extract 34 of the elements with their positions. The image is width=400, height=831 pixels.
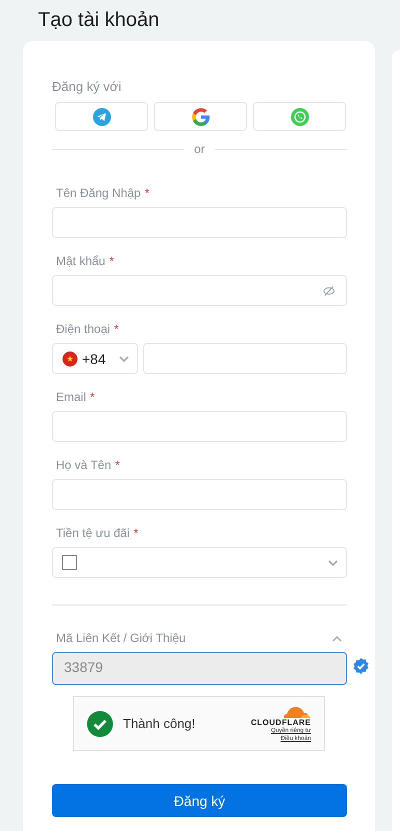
currency-select[interactable] xyxy=(52,547,347,578)
captcha-brand: CLOUDFLARE xyxy=(250,718,311,727)
google-icon xyxy=(192,108,210,126)
register-button[interactable]: Đăng ký xyxy=(52,784,347,817)
divider-text: or xyxy=(194,142,205,156)
field-label: Tên Đăng Nhập * xyxy=(56,186,150,201)
social-label: Đăng ký với xyxy=(52,79,122,94)
password-field[interactable] xyxy=(52,275,347,306)
country-code-select[interactable]: +84 xyxy=(52,343,138,374)
paper-plane-icon xyxy=(92,108,110,126)
chevron-down-icon xyxy=(328,560,338,566)
telegram-login-button[interactable] xyxy=(55,102,148,131)
success-check-icon xyxy=(87,710,113,736)
phone-bubble-icon xyxy=(290,108,308,126)
chevron-down-icon xyxy=(119,356,129,362)
google-login-button[interactable] xyxy=(154,102,247,131)
cloud-logo-icon xyxy=(281,704,311,718)
square-icon xyxy=(62,555,77,570)
field-label: Mật khẩu * xyxy=(56,254,116,269)
hidden-eye-icon xyxy=(323,284,335,296)
phone-input-field[interactable] xyxy=(143,343,347,374)
input-field[interactable] xyxy=(52,411,347,442)
field-label: Điện thoại * xyxy=(56,322,120,337)
field-label: Tiền tệ ưu đãi * xyxy=(56,526,140,541)
page-title: Tạo tài khoản xyxy=(37,8,160,33)
chevron-up-icon[interactable] xyxy=(332,636,342,642)
flag-icon xyxy=(62,350,78,366)
captcha-status: Thành công! xyxy=(123,716,196,731)
referral-label: Mã Liên Kết / Giới Thiệu xyxy=(56,631,186,646)
input-field[interactable] xyxy=(52,207,347,238)
field-label: Email * xyxy=(56,390,96,405)
whatsapp-login-button[interactable] xyxy=(253,102,346,131)
input-field[interactable] xyxy=(52,479,347,510)
field-label: Họ và Tên * xyxy=(56,458,121,473)
